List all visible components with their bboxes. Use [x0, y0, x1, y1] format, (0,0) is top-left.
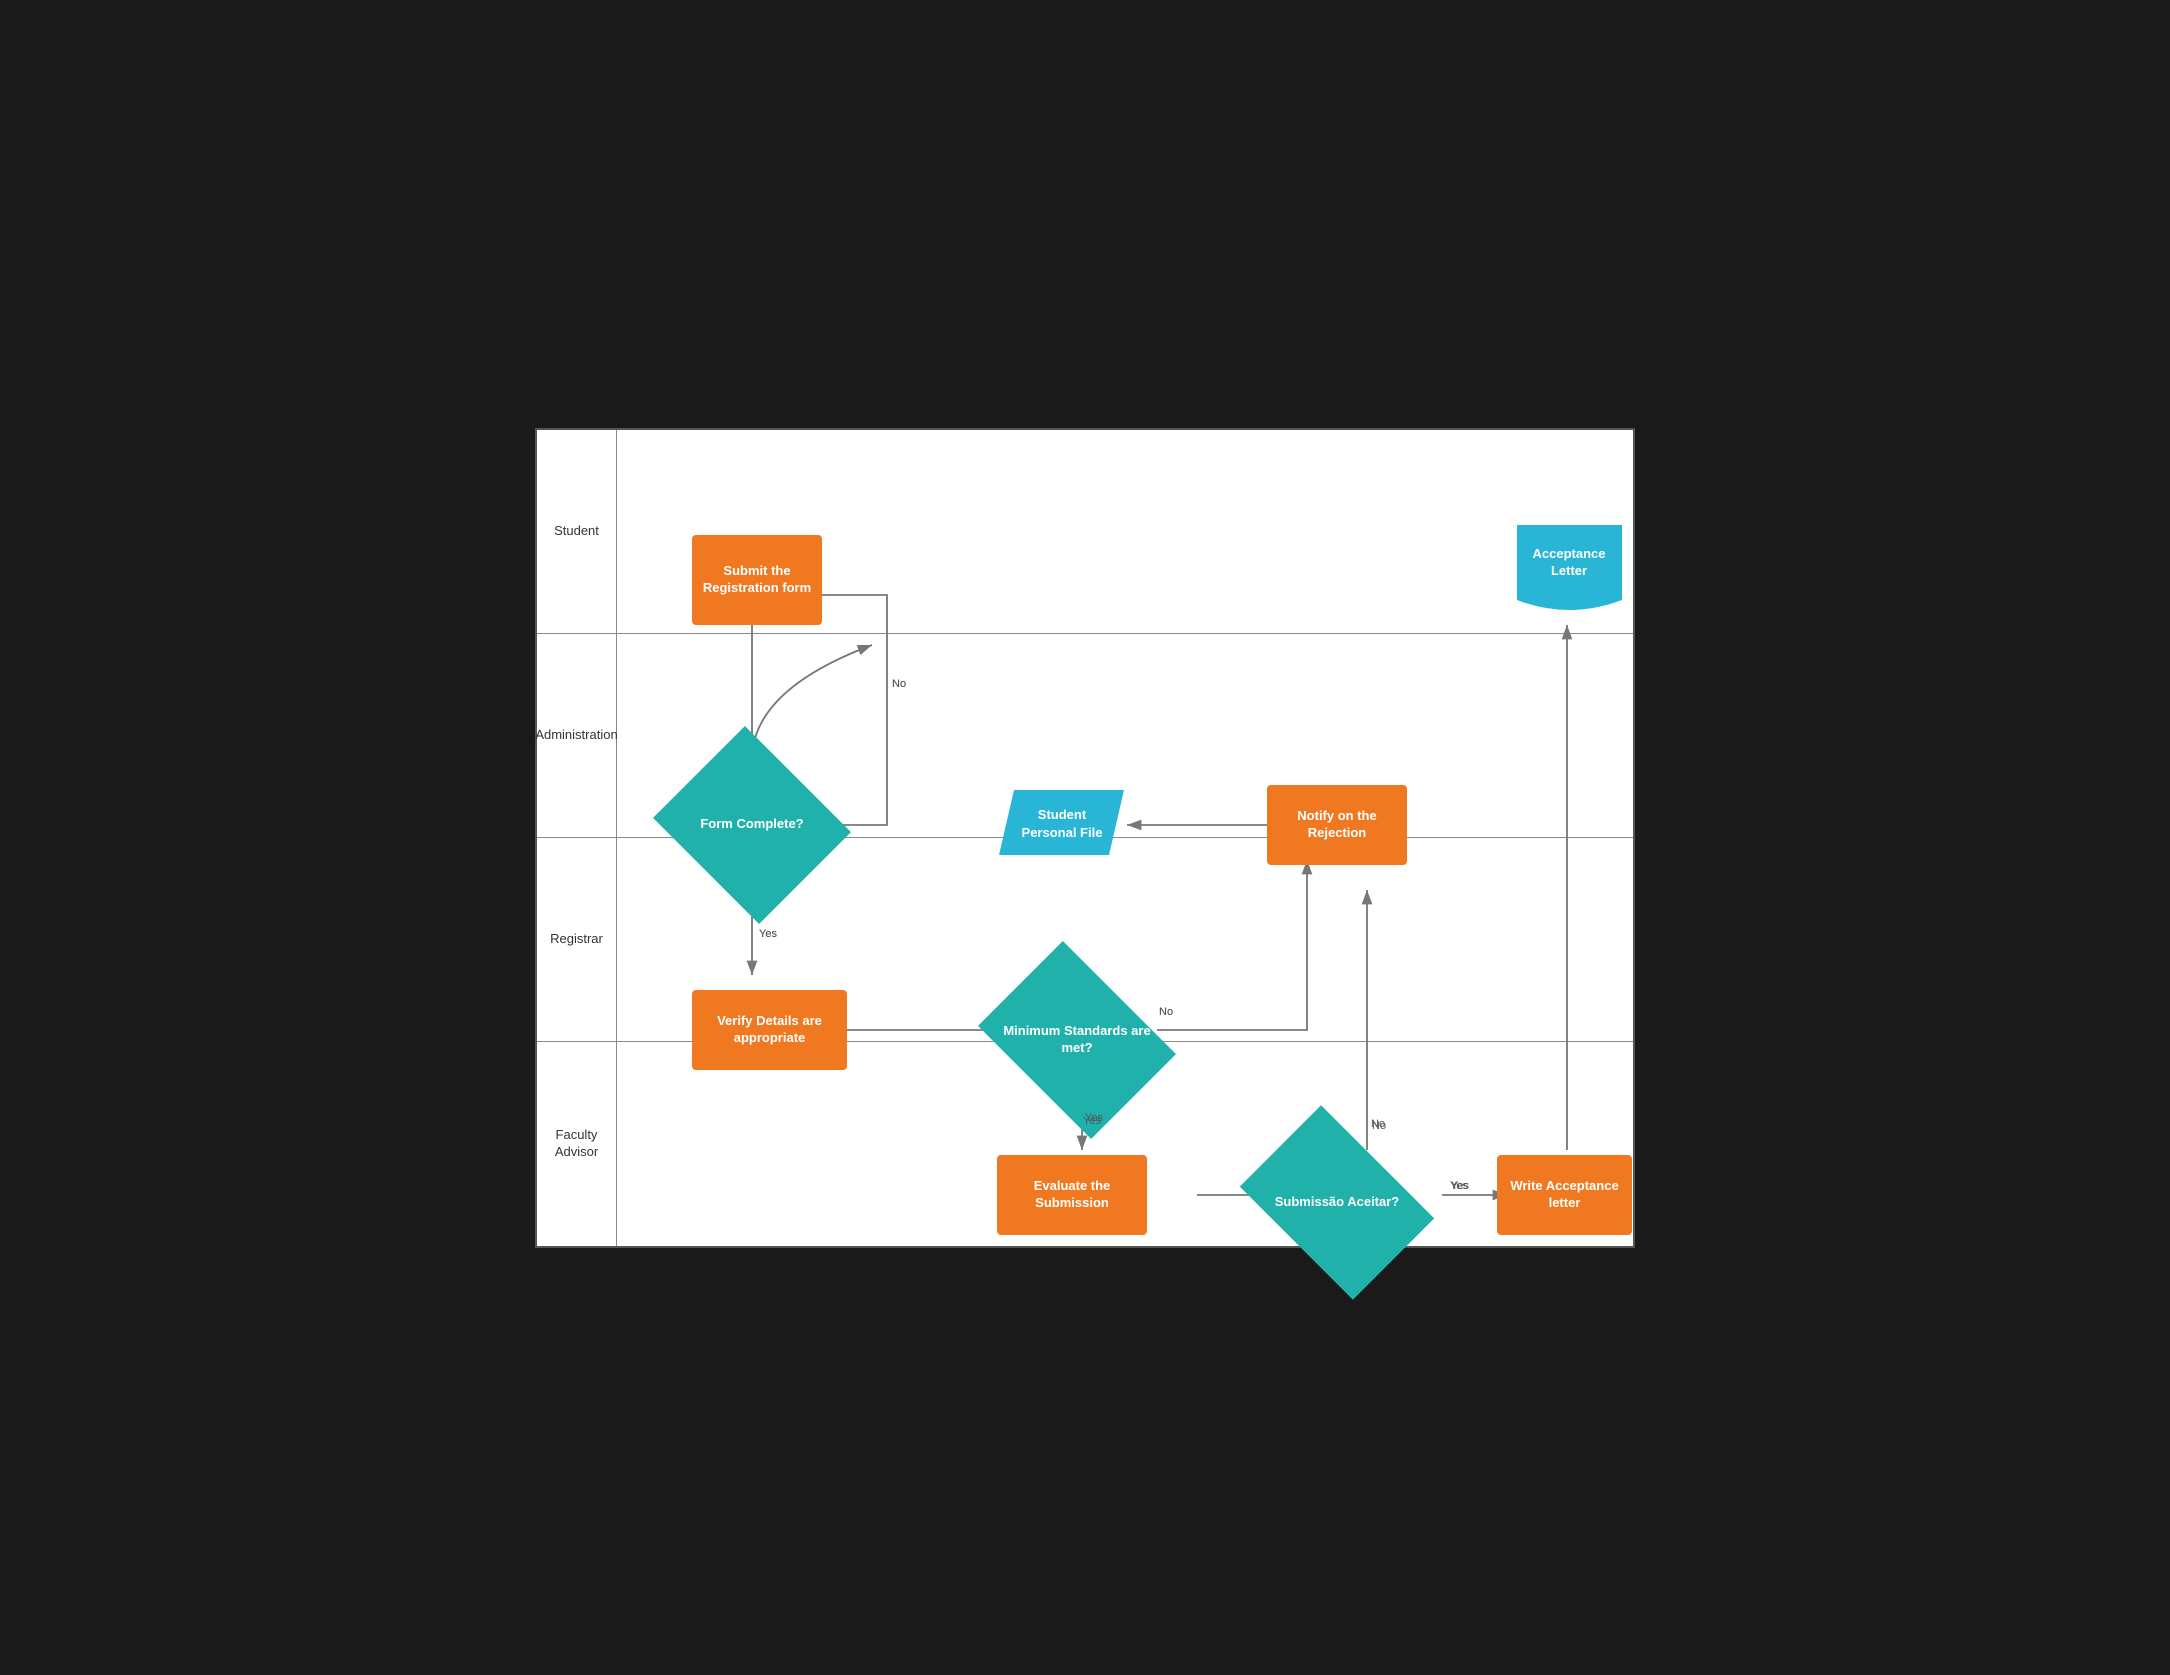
no-label-static-1: No	[892, 678, 906, 690]
yes-label-static-3: Yes	[1451, 1180, 1469, 1192]
student-file-svg: Student Personal File	[999, 785, 1129, 860]
write-acceptance-shape: Write Acceptance letter	[1497, 1155, 1632, 1235]
verify-details-shape: Verify Details are appropriate	[692, 990, 847, 1070]
verify-details-label: Verify Details are appropriate	[692, 1013, 847, 1047]
no-label-static-2: No	[1159, 1006, 1173, 1018]
lane-registrar-label: Registrar	[537, 838, 617, 1041]
submission-aceitar-label: Submissão Aceitar?	[1270, 1189, 1405, 1216]
minimum-standards-label: Minimum Standards are met?	[997, 1018, 1157, 1062]
evaluate-submission-label: Evaluate the Submission	[997, 1178, 1147, 1212]
submit-form-label: Submit the Registration form	[692, 563, 822, 597]
acceptance-letter-svg: Acceptance Letter	[1512, 520, 1627, 625]
yes-label-static-2: Yes	[1085, 1112, 1103, 1124]
lane-student-label: Student	[537, 430, 617, 633]
yes-label-static-1: Yes	[759, 928, 777, 940]
student-file-shape: Student Personal File	[999, 785, 1129, 865]
form-complete-shape: Form Complete?	[677, 760, 827, 890]
svg-text:Student: Student	[1038, 807, 1087, 822]
notify-rejection-label: Notify on the Rejection	[1267, 808, 1407, 842]
diagram-container: Student Administration Registrar Faculty…	[535, 428, 1635, 1248]
lane-faculty-label: FacultyAdvisor	[537, 1042, 617, 1245]
svg-text:Personal File: Personal File	[1022, 825, 1103, 840]
submit-form-shape: Submit the Registration form	[692, 535, 822, 625]
write-acceptance-label: Write Acceptance letter	[1497, 1178, 1632, 1212]
svg-text:Acceptance: Acceptance	[1533, 546, 1606, 561]
minimum-standards-shape: Minimum Standards are met?	[997, 980, 1157, 1100]
submission-aceitar-shape: Submissão Aceitar?	[1257, 1145, 1417, 1260]
no-label-static-3: No	[1371, 1118, 1385, 1130]
form-complete-label: Form Complete?	[695, 811, 808, 838]
notify-rejection-shape: Notify on the Rejection	[1267, 785, 1407, 865]
svg-text:Letter: Letter	[1551, 563, 1587, 578]
lane-administration-label: Administration	[537, 634, 617, 837]
evaluate-submission-shape: Evaluate the Submission	[997, 1155, 1147, 1235]
acceptance-letter-doc: Acceptance Letter	[1512, 520, 1627, 630]
